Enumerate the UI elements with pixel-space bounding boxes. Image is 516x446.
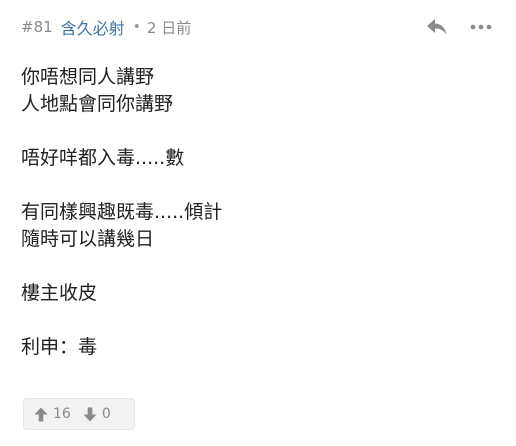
post-content: 你唔想同人講野 人地點會同你講野 唔好咩都入毒.....數 有同樣興趣既毒...… xyxy=(21,64,491,388)
content-line: 隨時可以講幾日 xyxy=(21,228,155,250)
content-paragraph: 你唔想同人講野 人地點會同你講野 xyxy=(21,64,491,118)
post-header: #81 含久必射 • 2 日前 xyxy=(21,14,191,40)
downvote-count: 0 xyxy=(101,406,111,422)
content-paragraph: 唔好咩都入毒.....數 xyxy=(21,145,491,172)
vote-bar: 16 0 xyxy=(23,398,135,430)
reply-icon xyxy=(427,19,447,35)
upvote-button[interactable]: 16 xyxy=(34,406,71,422)
content-line: 你唔想同人講野 xyxy=(21,66,155,88)
more-options-button[interactable] xyxy=(466,14,496,40)
meta-separator: • xyxy=(132,19,141,35)
username-link[interactable]: 含久必射 xyxy=(61,15,125,39)
upvote-count: 16 xyxy=(53,406,71,422)
post-actions xyxy=(422,14,496,40)
reply-button[interactable] xyxy=(422,14,452,40)
content-paragraph: 樓主收皮 xyxy=(21,280,491,307)
content-line: 人地點會同你講野 xyxy=(21,93,174,115)
content-paragraph: 利申：毒 xyxy=(21,334,491,361)
comment-post: #81 含久必射 • 2 日前 你唔想同人講野 人地點會同你講野 唔好咩都入毒.… xyxy=(0,0,516,446)
content-paragraph: 有同樣興趣既毒.....傾計 隨時可以講幾日 xyxy=(21,199,491,253)
more-icon xyxy=(470,24,492,30)
arrow-down-icon xyxy=(83,407,97,421)
arrow-up-icon xyxy=(34,407,48,421)
content-line: 有同樣興趣既毒.....傾計 xyxy=(21,201,223,223)
downvote-button[interactable]: 0 xyxy=(83,406,111,422)
content-line: 樓主收皮 xyxy=(21,282,98,304)
post-timestamp: 2 日前 xyxy=(146,18,192,37)
content-line: 利申：毒 xyxy=(21,336,98,358)
content-line: 唔好咩都入毒.....數 xyxy=(21,147,185,169)
post-number[interactable]: #81 xyxy=(21,18,53,36)
